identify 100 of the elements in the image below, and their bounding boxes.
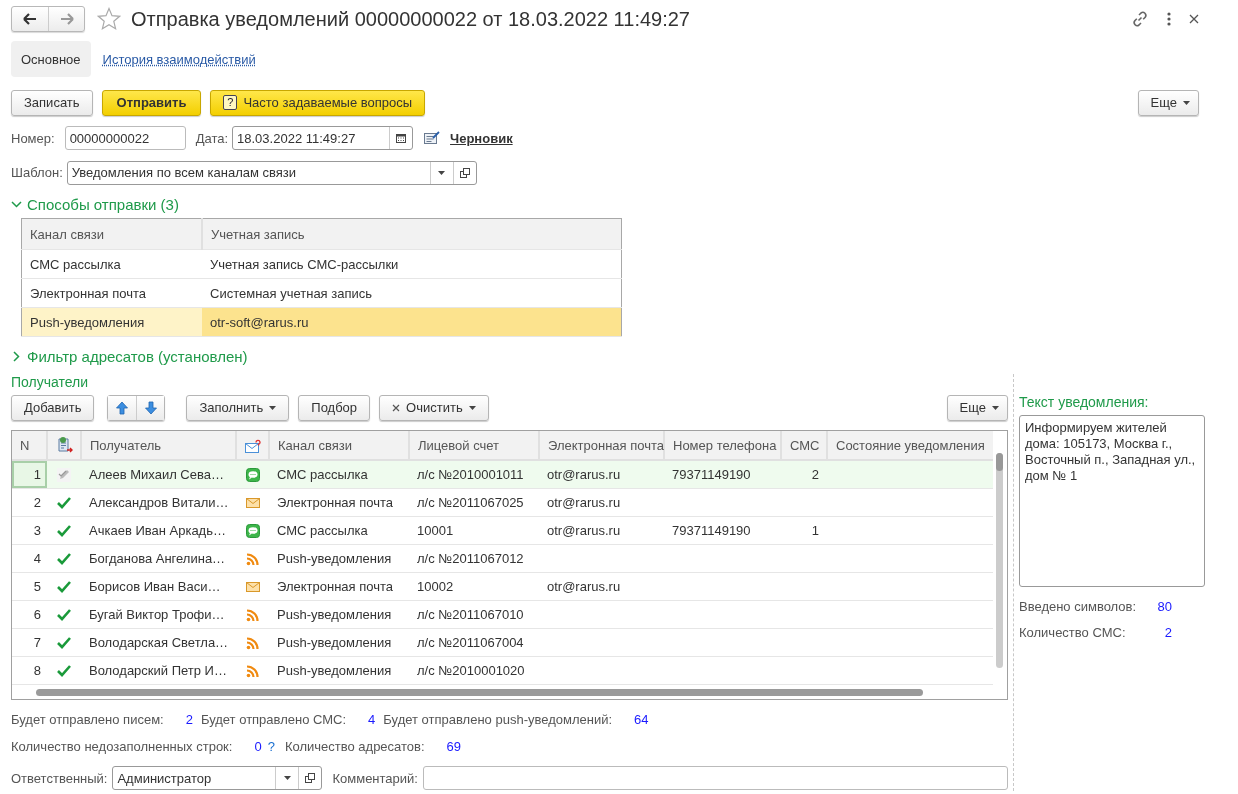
column-header: Номер телефона	[664, 431, 781, 460]
section-title[interactable]: Фильтр адресатов (установлен)	[27, 347, 248, 365]
link-icon[interactable]	[1131, 10, 1149, 28]
faq-button[interactable]: ? Часто задаваемые вопросы	[210, 89, 426, 116]
table-cell: л/с №2011067025	[409, 488, 539, 517]
rss-icon	[245, 636, 260, 651]
section-title[interactable]: Способы отправки (3)	[27, 195, 179, 213]
row-number: 4	[12, 544, 47, 573]
help-link[interactable]: ?	[267, 738, 275, 754]
table-cell[interactable]: Push-уведомления	[21, 307, 202, 337]
column-header: Канал связи	[269, 431, 409, 460]
table-cell: Борисов Иван Васи…	[81, 572, 236, 601]
edit-note-icon[interactable]	[424, 131, 441, 145]
dropdown-icon[interactable]	[283, 776, 291, 780]
chat-bubble-icon	[245, 468, 260, 483]
more-button[interactable]: Еще	[1137, 89, 1199, 116]
chevron-down-icon[interactable]	[11, 198, 22, 210]
column-header: N	[12, 431, 47, 460]
summary-value: 4	[368, 711, 376, 727]
toolbar-button[interactable]: Заполнить	[186, 394, 290, 421]
chevron-right-icon[interactable]	[11, 350, 22, 362]
arrow-down-icon	[144, 400, 157, 415]
table-cell: 79371149190	[664, 516, 781, 545]
table-cell[interactable]: Электронная почта	[21, 278, 202, 308]
star-icon[interactable]	[97, 7, 121, 31]
checkmark-icon	[57, 664, 71, 679]
field-label: Дата:	[195, 130, 229, 146]
tab[interactable]: Основное	[11, 41, 91, 77]
column-header: Канал связи	[21, 218, 202, 250]
dropdown-icon[interactable]	[438, 170, 446, 175]
move-down-button[interactable]	[136, 395, 165, 420]
number-field[interactable]: 00000000022	[64, 126, 186, 150]
toolbar-button[interactable]: Отправить	[101, 89, 202, 116]
section-title: Получатели	[11, 374, 90, 390]
tab[interactable]: История взаимодействий	[92, 41, 266, 77]
comment-field[interactable]	[422, 766, 1008, 790]
table-cell: Push-уведомления	[269, 628, 409, 657]
status-link[interactable]: Черновик	[450, 130, 513, 146]
toolbar-button[interactable]: Добавить	[11, 394, 95, 421]
table-cell[interactable]: Учетная запись СМС-рассылки	[202, 249, 622, 279]
table-cell: otr@rarus.ru	[539, 572, 664, 601]
arrow-right-icon	[59, 13, 74, 25]
table-cell: Push-уведомления	[269, 656, 409, 685]
toolbar-button[interactable]: Подбор	[298, 394, 371, 421]
move-up-button[interactable]	[108, 395, 137, 420]
summary-value: 0	[254, 738, 262, 754]
calendar-icon[interactable]	[396, 133, 407, 143]
summary-label: Будет отправлено push-уведомлений:	[383, 711, 613, 727]
pencil-icon	[57, 468, 71, 483]
field-label: Комментарий:	[332, 770, 418, 786]
column-header: СМС	[781, 431, 827, 460]
message-field[interactable]: Информируем жителей дома: 105173, Москва г., Восточный п., Западная ул., дом № 1	[1019, 415, 1205, 587]
checkmark-icon	[57, 552, 71, 567]
column-header: Электронная почта	[539, 431, 664, 460]
vertical-scrollbar[interactable]	[993, 431, 1007, 685]
table-cell: л/с №2011067012	[409, 544, 539, 573]
table-cell: СМС рассылка	[269, 516, 409, 545]
date-field[interactable]: 18.03.2022 11:49:27	[232, 126, 414, 150]
open-form-icon[interactable]	[304, 772, 317, 784]
open-form-icon[interactable]	[458, 166, 471, 179]
table-cell[interactable]: Системная учетная запись	[202, 278, 622, 308]
section-title: Текст уведомления:	[1019, 394, 1150, 410]
close-icon[interactable]	[1189, 14, 1199, 24]
row-number: 3	[12, 516, 47, 545]
table-cell: otr@rarus.ru	[539, 488, 664, 517]
toolbar-button[interactable]: Записать	[11, 89, 93, 116]
envelope-icon	[245, 580, 260, 595]
table-cell[interactable]: otr-soft@rarus.ru	[202, 307, 622, 337]
table-cell: Электронная почта	[269, 572, 409, 601]
rss-icon	[245, 608, 260, 623]
summary-label: Количество адресатов:	[284, 738, 425, 754]
summary-label: Количество СМС:	[1019, 625, 1127, 639]
table-cell: 79371149190	[664, 460, 781, 489]
table-cell: otr@rarus.ru	[539, 460, 664, 489]
row-number: 6	[12, 600, 47, 629]
table-cell: л/с №2011067010	[409, 600, 539, 629]
table-cell: otr@rarus.ru	[539, 516, 664, 545]
more-button[interactable]: Еще	[946, 394, 1008, 421]
table-cell: Богданова Ангелина…	[81, 544, 236, 573]
table-cell: 10001	[409, 516, 539, 545]
row-number: 5	[12, 572, 47, 601]
table-cell[interactable]: СМС рассылка	[21, 249, 202, 279]
table-cell: 10002	[409, 572, 539, 601]
checkmark-icon	[57, 580, 71, 595]
toolbar-button[interactable]: Очистить	[379, 394, 489, 421]
column-header: Учетная запись	[202, 218, 622, 250]
rss-icon	[245, 552, 260, 567]
more-options-icon[interactable]	[1167, 12, 1171, 26]
summary-value: 69	[446, 738, 462, 754]
row-number: 1	[12, 460, 47, 489]
responsible-field[interactable]: Администратор	[112, 766, 323, 790]
summary-label: Количество недозаполненных строк:	[11, 738, 233, 754]
chat-bubble-icon	[245, 524, 260, 539]
summary-value: 64	[634, 711, 649, 727]
template-field[interactable]: Уведомления по всем каналам связи	[66, 160, 477, 185]
caret-icon	[468, 405, 476, 410]
help-icon: ?	[223, 95, 238, 110]
table-cell: СМС рассылка	[269, 460, 409, 489]
arrow-up-icon	[116, 400, 129, 415]
table-cell: Володарская Светла…	[81, 628, 236, 657]
